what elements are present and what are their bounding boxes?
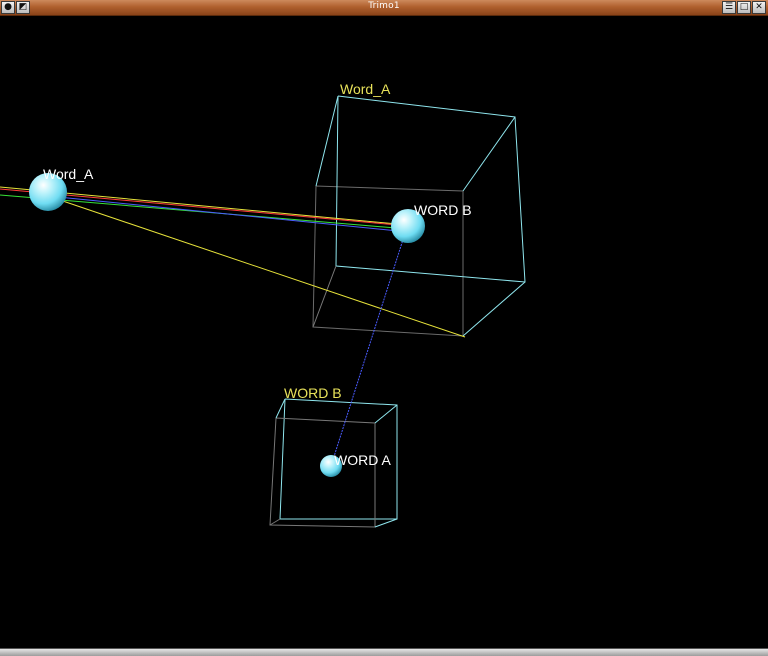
node-center-label: WORD B [414, 202, 472, 218]
menu-icon[interactable]: ☰ [722, 1, 736, 14]
node-lower-label: WORD A [334, 452, 391, 468]
window-titlebar[interactable]: ● ◩ Trimo1 ☰ □ ✕ [0, 0, 768, 16]
3d-viewport[interactable]: Word_A WORD B Word_A WORD B WORD A [0, 16, 768, 646]
close-icon[interactable]: ✕ [752, 1, 766, 14]
window-title: Trimo1 [368, 1, 400, 11]
maximize-icon[interactable]: □ [737, 1, 751, 14]
node-left-label: Word_A [43, 166, 94, 182]
box-small-label: WORD B [284, 385, 342, 401]
box-large-label: Word_A [340, 81, 391, 97]
window-bottom-border[interactable] [0, 648, 768, 656]
